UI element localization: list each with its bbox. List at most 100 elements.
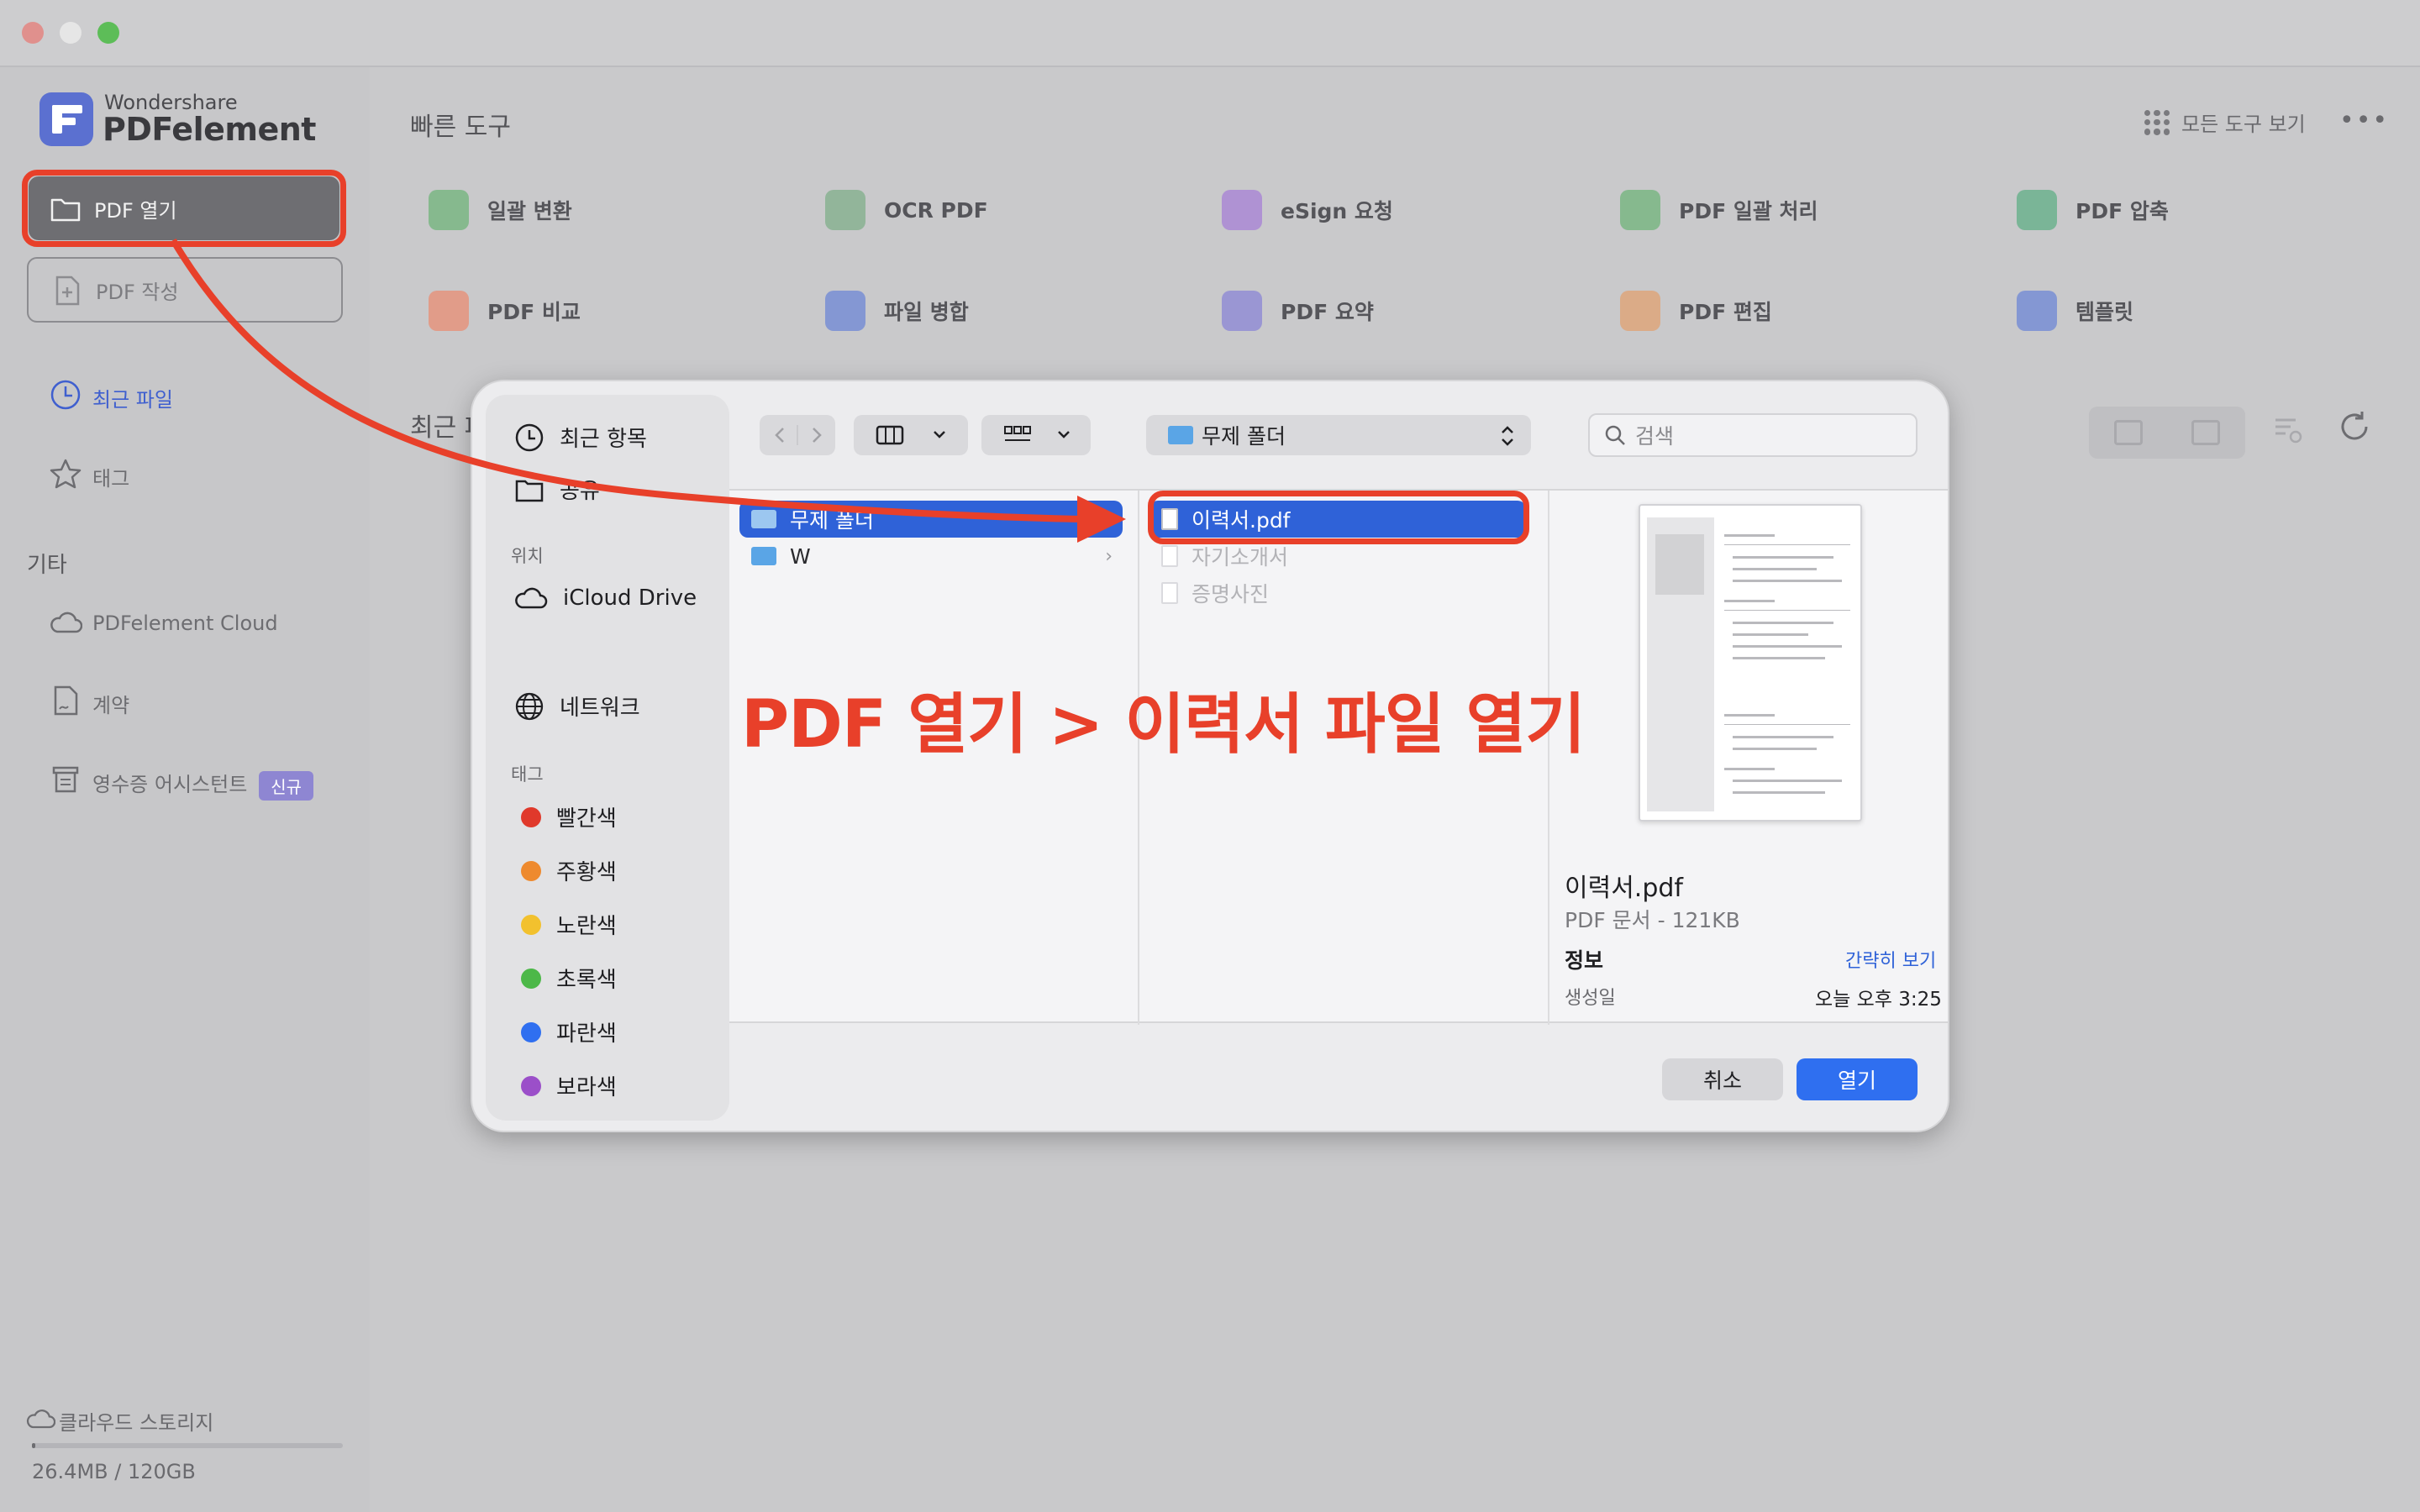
sidebar-item-recent-files[interactable]: 최근 파일 [92, 383, 173, 412]
tool-5[interactable]: PDF 비교 [429, 291, 581, 331]
refresh-icon[interactable] [2336, 408, 2373, 445]
sidebar-item-cloud[interactable]: PDFelement Cloud [92, 612, 278, 635]
more-options-icon[interactable]: ••• [2339, 106, 2389, 135]
tool-9[interactable]: 템플릿 [2017, 291, 2133, 331]
tool-label: PDF 요약 [1281, 300, 1374, 324]
folder-icon [751, 510, 776, 528]
dialog-sidebar-recents[interactable]: 최근 항목 [514, 422, 647, 453]
cloud-storage-icon [26, 1410, 55, 1429]
search-placeholder: 검색 [1635, 424, 1675, 449]
group-view-button[interactable] [981, 415, 1091, 455]
tag-label: 초록색 [556, 968, 617, 993]
globe-icon [515, 692, 544, 720]
tag-color-dot [521, 1075, 541, 1096]
dialog-sidebar-shared[interactable]: 공유 [514, 474, 600, 505]
all-tools-label: 모든 도구 보기 [2181, 113, 2306, 136]
sidebar-item-receipt[interactable]: 영수증 어시스턴트 신규 [92, 768, 314, 801]
tool-label: PDF 일괄 처리 [1679, 199, 1818, 223]
column-view-button[interactable] [854, 415, 968, 455]
tool-2[interactable]: eSign 요청 [1222, 190, 1393, 230]
tag-item[interactable]: 초록색 [521, 963, 617, 994]
tool-icon [2017, 291, 2057, 331]
chevron-left-right-icon [775, 425, 822, 445]
tags-section-label: 태그 [511, 764, 544, 785]
clock-icon [515, 423, 544, 451]
tool-label: PDF 압축 [2075, 199, 2169, 223]
tag-label: 주황색 [556, 860, 617, 885]
file-plus-icon [55, 276, 80, 306]
sidebar-item-contract[interactable]: 계약 [92, 689, 129, 718]
tool-label: 템플릿 [2075, 300, 2134, 324]
contract-icon [54, 685, 78, 716]
preview-file-name: 이력서.pdf [1565, 874, 1683, 903]
quick-tools-title: 빠른 도구 [410, 113, 511, 142]
brand-product: PDFelement [103, 111, 316, 148]
created-label: 생성일 [1565, 988, 1616, 1009]
dialog-sidebar-network[interactable]: 네트워크 [514, 690, 640, 722]
column-view-icon [876, 425, 945, 445]
back-forward-buttons[interactable] [760, 415, 835, 455]
dialog-sidebar-icloud[interactable]: iCloud Drive [514, 585, 697, 612]
tool-label: OCR PDF [884, 197, 988, 223]
tag-item[interactable]: 파란색 [521, 1016, 617, 1047]
created-value: 오늘 오후 3:25 [1815, 989, 1942, 1011]
tool-icon [2017, 190, 2057, 230]
folder-path-popup[interactable]: 무제 폴더 [1146, 415, 1531, 455]
highlight-open-pdf [22, 170, 346, 247]
tool-4[interactable]: PDF 압축 [2017, 190, 2169, 230]
search-icon [1605, 425, 1625, 445]
tool-6[interactable]: 파일 병합 [825, 291, 969, 331]
all-tools-button[interactable]: 모든 도구 보기 [2144, 108, 2306, 137]
sidebar-item-tags[interactable]: 태그 [92, 462, 129, 491]
tool-0[interactable]: 일괄 변환 [429, 190, 572, 230]
search-field[interactable]: 검색 [1588, 413, 1918, 457]
tag-item[interactable]: 보라색 [521, 1070, 617, 1101]
file-icon [1161, 545, 1178, 567]
grid-view-icon [1004, 426, 1070, 441]
folder-row-w[interactable]: W › [739, 538, 1123, 575]
updown-chevron-icon [1502, 426, 1513, 446]
cloud-icon [50, 612, 82, 633]
tag-item[interactable]: 노란색 [521, 909, 617, 940]
shared-folder-icon [515, 480, 544, 501]
cancel-button[interactable]: 취소 [1662, 1058, 1783, 1100]
tool-label: PDF 비교 [487, 300, 581, 324]
tag-label: 노란색 [556, 914, 617, 939]
tag-color-dot [521, 806, 541, 827]
clock-icon [50, 380, 81, 410]
file-preview-thumbnail [1639, 504, 1862, 822]
view-mode-toggle[interactable] [2089, 407, 2245, 459]
folder-name: 무제 폴더 [790, 508, 874, 533]
tool-label: 파일 병합 [884, 300, 969, 324]
tool-7[interactable]: PDF 요약 [1222, 291, 1374, 331]
tool-3[interactable]: PDF 일괄 처리 [1620, 190, 1818, 230]
file-name: 자기소개서 [1192, 545, 1289, 570]
window-titlebar [0, 0, 2420, 67]
receipt-label: 영수증 어시스턴트 [92, 773, 248, 796]
highlight-resume-file [1148, 491, 1529, 544]
list-view-icon[interactable] [2114, 420, 2143, 445]
close-window-button[interactable] [22, 22, 44, 44]
tag-label: 파란색 [556, 1021, 617, 1047]
storage-progress-bar [32, 1443, 343, 1448]
open-button[interactable]: 열기 [1797, 1058, 1918, 1100]
folder-icon [1168, 426, 1193, 444]
create-pdf-button[interactable]: PDF 작성 [27, 257, 343, 323]
icloud-icon [515, 587, 548, 609]
storage-usage-value: 26.4MB / 120GB [32, 1460, 196, 1483]
tool-1[interactable]: OCR PDF [825, 190, 988, 230]
tag-item[interactable]: 빨간색 [521, 801, 617, 832]
tool-icon [1222, 291, 1262, 331]
minimize-window-button[interactable] [60, 22, 82, 44]
sort-filter-icon[interactable] [2270, 412, 2304, 445]
tool-label: 일괄 변환 [487, 199, 572, 223]
zoom-window-button[interactable] [97, 22, 119, 44]
receipt-icon [52, 766, 79, 793]
grid-view-icon[interactable] [2191, 420, 2220, 445]
tool-icon [825, 190, 865, 230]
tool-8[interactable]: PDF 편집 [1620, 291, 1772, 331]
folder-row-untitled[interactable]: 무제 폴더 [739, 501, 1123, 538]
tag-color-dot [521, 1021, 541, 1042]
show-less-link[interactable]: 간략히 보기 [1845, 946, 1936, 973]
tag-item[interactable]: 주황색 [521, 855, 617, 886]
